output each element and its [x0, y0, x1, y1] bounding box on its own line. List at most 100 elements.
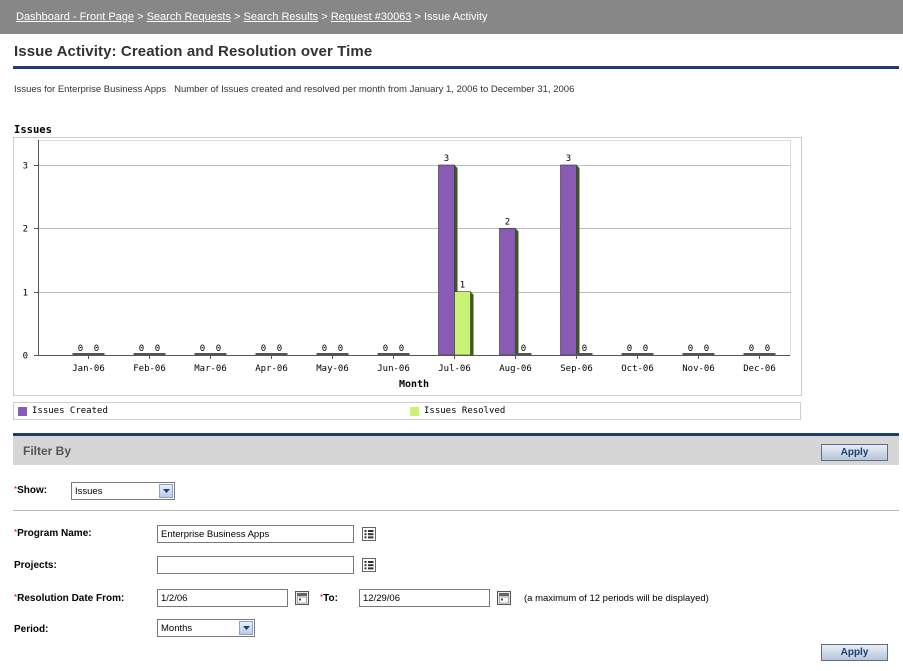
program-name-label: *Program Name:: [14, 528, 92, 539]
x-axis-title: Month: [399, 379, 429, 390]
page-title: Issue Activity: Creation and Resolution …: [14, 43, 373, 60]
breadcrumb-separator: >: [414, 11, 421, 23]
x-tick-label: Dec-06: [743, 364, 776, 374]
data-label: 0: [261, 344, 266, 354]
x-tick-label: Jan-06: [72, 364, 105, 374]
show-select[interactable]: Issues: [71, 482, 175, 500]
show-label-text: Show:: [17, 485, 48, 496]
bar-side: [576, 165, 580, 355]
bar: [499, 228, 516, 356]
projects-input[interactable]: [157, 556, 354, 574]
data-label: 0: [277, 344, 282, 354]
data-label: 0: [94, 344, 99, 354]
y-tick-label: 1: [23, 289, 28, 299]
resolution-date-from-label-text: Resolution Date From:: [17, 593, 125, 604]
data-label: 2: [505, 217, 510, 227]
data-label: 0: [155, 344, 160, 354]
breadcrumb-separator: >: [321, 11, 328, 23]
legend-label-created: Issues Created: [32, 406, 108, 416]
data-label: 3: [444, 154, 449, 164]
to-label-text: To:: [323, 593, 338, 604]
filter-title: Filter By: [23, 444, 72, 458]
legend-swatch-created: [18, 406, 27, 416]
breadcrumb-current: Issue Activity: [423, 11, 488, 23]
title-divider: [13, 66, 899, 69]
data-label: 1: [460, 281, 465, 291]
breadcrumb-link-search-requests[interactable]: Search Requests: [147, 11, 231, 23]
data-label: 0: [582, 344, 587, 354]
calendar-icon[interactable]: [295, 591, 309, 605]
data-label: 0: [322, 344, 327, 354]
legend-label-resolved: Issues Resolved: [424, 406, 506, 416]
x-tick-label: Aug-06: [499, 364, 532, 374]
y-tick-label: 0: [23, 352, 28, 362]
chevron-down-icon[interactable]: [239, 621, 253, 635]
issues-bar-chart: 0 1 2 3 0 0 Jan-06 0 0 Feb-06 0 0 Mar-06 0 0 Apr-06 0 0 Ma…: [13, 137, 802, 396]
y-tick-label: 2: [23, 225, 28, 235]
subtitle-program: Issues for Enterprise Business Apps: [14, 84, 167, 95]
to-label: *To:: [320, 593, 338, 604]
subtitle-description: Number of Issues created and resolved pe…: [174, 84, 575, 95]
data-label: 0: [383, 344, 388, 354]
breadcrumb-link-search-results[interactable]: Search Results: [244, 11, 319, 23]
legend-item-resolved: Issues Resolved: [410, 406, 505, 416]
x-tick-label: Feb-06: [133, 364, 166, 374]
data-label: 0: [688, 344, 693, 354]
period-label: Period:: [14, 624, 49, 635]
period-select-value: Months: [161, 623, 193, 634]
list-picker-icon[interactable]: [362, 527, 376, 541]
legend-item-created: Issues Created: [18, 406, 108, 416]
chevron-down-icon[interactable]: [159, 484, 173, 498]
data-label: 0: [216, 344, 221, 354]
data-label: 0: [704, 344, 709, 354]
page-subtitle: Issues for Enterprise Business Apps Numbe…: [14, 84, 574, 95]
breadcrumb-link-request[interactable]: Request #30063: [331, 11, 412, 23]
resolution-date-from-label: *Resolution Date From:: [14, 593, 124, 604]
x-tick-label: Jun-06: [377, 364, 410, 374]
chart-frame: [13, 137, 802, 396]
data-label: 0: [521, 344, 526, 354]
breadcrumb-link-dashboard[interactable]: Dashboard - Front Page: [16, 11, 134, 23]
to-date-input[interactable]: [359, 589, 490, 607]
show-select-value: Issues: [75, 486, 103, 497]
program-name-label-text: Program Name:: [17, 528, 92, 539]
x-tick-label: Mar-06: [194, 364, 227, 374]
calendar-icon[interactable]: [497, 591, 511, 605]
apply-button-top[interactable]: Apply: [821, 444, 888, 461]
data-label: 0: [749, 344, 754, 354]
period-select[interactable]: Months: [157, 619, 255, 637]
bar: [560, 164, 577, 356]
data-label: 0: [139, 344, 144, 354]
breadcrumb-bar: Dashboard - Front Page > Search Requests…: [0, 0, 903, 34]
x-tick-label: Jul-06: [438, 364, 471, 374]
apply-button-bottom[interactable]: Apply: [821, 644, 888, 661]
data-label: 3: [566, 154, 571, 164]
x-tick-label: Apr-06: [255, 364, 288, 374]
legend-swatch-resolved: [410, 406, 419, 416]
program-name-input[interactable]: [157, 525, 354, 543]
x-tick-label: Sep-06: [560, 364, 593, 374]
x-tick-label: Nov-06: [682, 364, 715, 374]
breadcrumb-separator: >: [234, 11, 241, 23]
data-label: 0: [399, 344, 404, 354]
bar: [438, 164, 455, 356]
data-label: 0: [627, 344, 632, 354]
bar-side: [515, 228, 519, 355]
resolution-date-from-input[interactable]: [157, 589, 288, 607]
max-periods-note: (a maximum of 12 periods will be display…: [524, 593, 709, 604]
section-divider: [13, 510, 899, 511]
filter-header: Filter By Apply: [13, 436, 899, 465]
bar-side: [470, 291, 474, 355]
breadcrumb: Dashboard - Front Page > Search Requests…: [16, 11, 488, 23]
data-label: 0: [643, 344, 648, 354]
x-tick-label: Oct-06: [621, 364, 654, 374]
data-label: 0: [200, 344, 205, 354]
data-label: 0: [78, 344, 83, 354]
y-tick-label: 3: [23, 162, 28, 172]
data-label: 0: [338, 344, 343, 354]
list-picker-icon[interactable]: [362, 558, 376, 572]
data-label: 0: [765, 344, 770, 354]
projects-label: Projects:: [14, 560, 57, 571]
breadcrumb-separator: >: [137, 11, 144, 23]
bar: [454, 291, 471, 356]
